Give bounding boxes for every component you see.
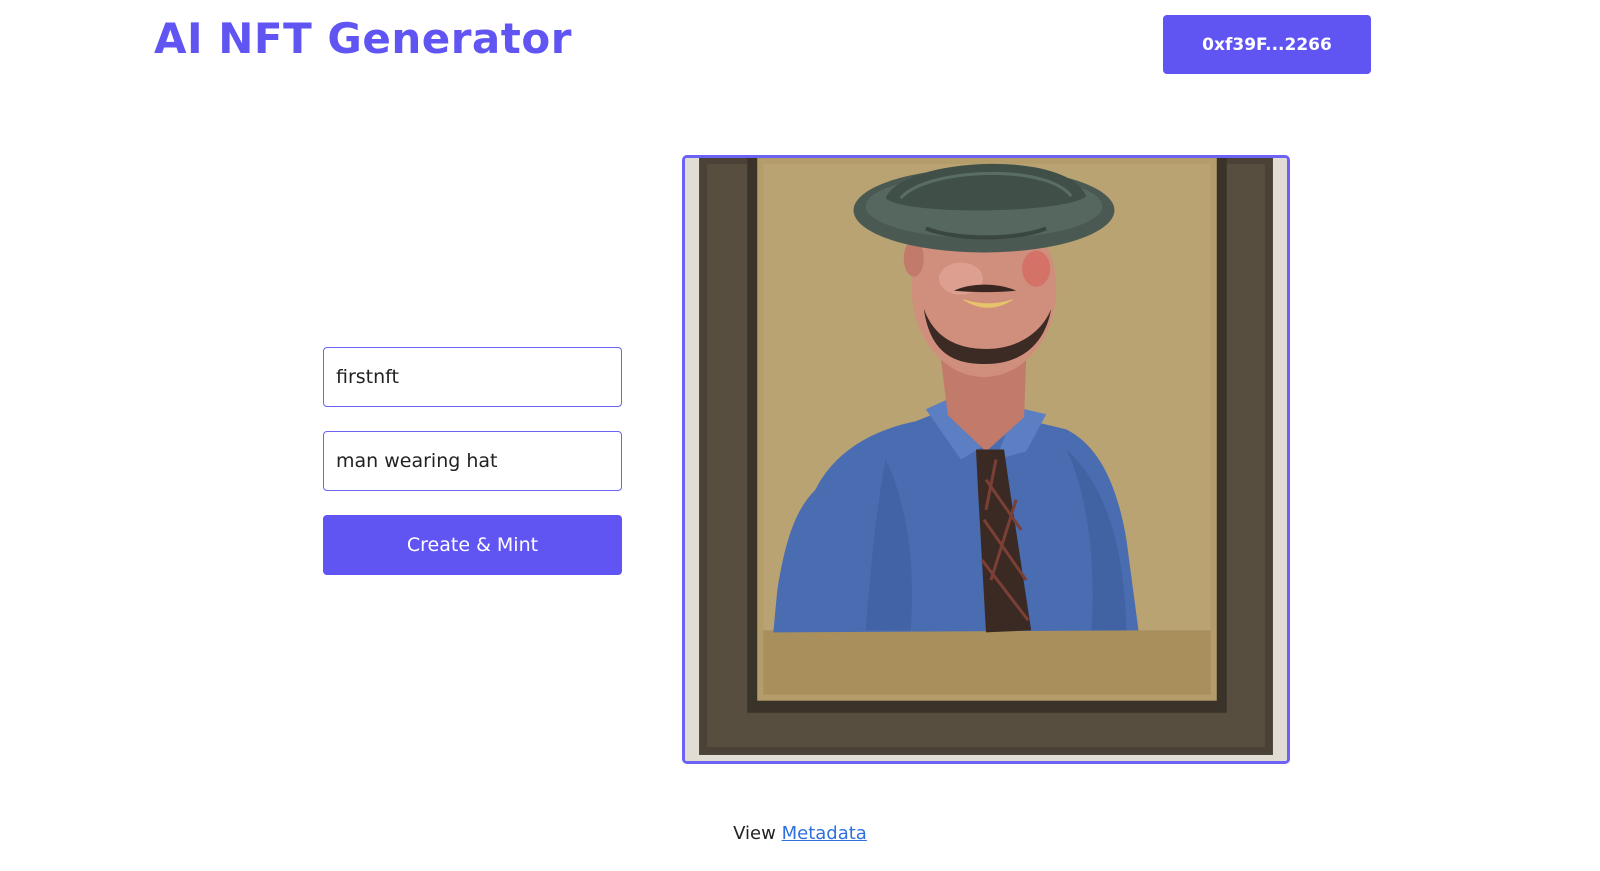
wallet-address-button[interactable]: 0xf39F...2266 <box>1163 15 1371 74</box>
metadata-link[interactable]: Metadata <box>782 823 867 844</box>
metadata-prefix: View <box>733 823 776 844</box>
create-and-mint-button[interactable]: Create & Mint <box>323 515 622 575</box>
mint-form: Create & Mint <box>323 347 622 575</box>
nft-description-input[interactable] <box>323 431 622 491</box>
app-page: AI NFT Generator 0xf39F...2266 Create & … <box>0 0 1600 871</box>
metadata-footer: View Metadata <box>0 823 1600 844</box>
nft-name-input[interactable] <box>323 347 622 407</box>
app-title: AI NFT Generator <box>154 14 572 63</box>
generated-nft-image <box>682 155 1290 764</box>
nft-painting <box>685 158 1287 761</box>
